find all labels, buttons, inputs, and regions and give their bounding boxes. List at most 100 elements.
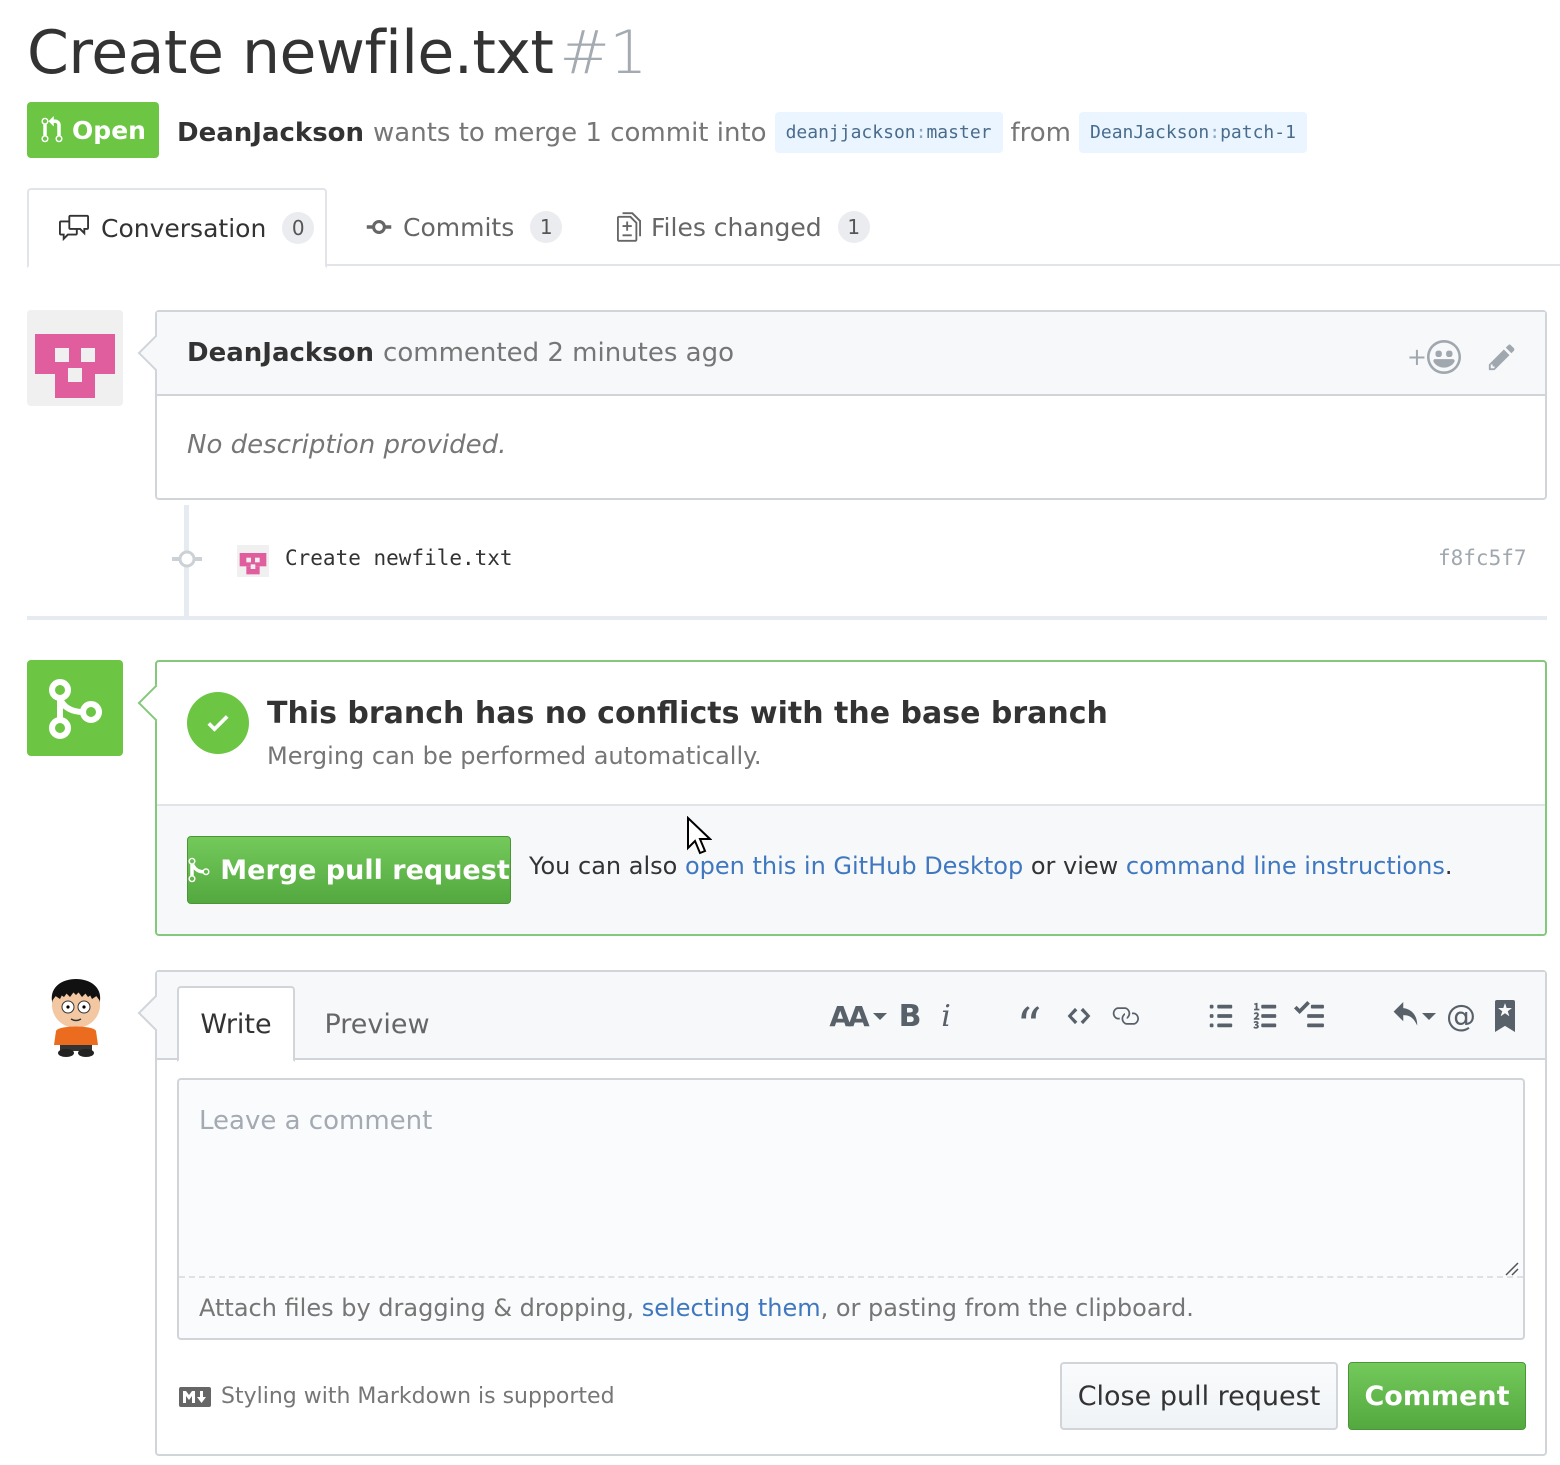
commit-sha-link[interactable]: f8fc5f7 <box>1438 546 1527 570</box>
merge-heading: This branch has no conflicts with the ba… <box>267 696 1108 731</box>
quote-label: “ <box>1016 997 1042 1055</box>
commit-icon <box>172 548 202 574</box>
tab-commits-count: 1 <box>530 211 563 243</box>
tab-commits[interactable]: Commits 1 <box>365 188 563 266</box>
merge-alt-mid: or view <box>1030 852 1119 880</box>
commit-message-link[interactable]: Create newfile.txt <box>285 546 513 570</box>
diff-icon <box>617 212 641 242</box>
attach-divider <box>179 1276 1523 1278</box>
merge-summary-text: wants to merge 1 commit into <box>373 117 767 148</box>
comment-box: DeanJackson commented 2 minutes ago + No… <box>137 310 1547 500</box>
pr-open-icon <box>41 116 63 143</box>
tab-commits-label: Commits <box>403 212 515 242</box>
attach-suffix: , or pasting from the clipboard. <box>820 1294 1194 1322</box>
saved-replies-button[interactable] <box>1389 998 1437 1034</box>
head-branch-name: patch-1 <box>1220 122 1296 143</box>
tab-write[interactable]: Write <box>177 986 295 1062</box>
reaction-plus: + <box>1406 343 1427 371</box>
comment-placeholder: Leave a comment <box>199 1106 433 1136</box>
comment-discussion-icon <box>59 214 89 242</box>
close-pull-request-button[interactable]: Close pull request <box>1060 1362 1338 1430</box>
pr-title: Create newfile.txt #1 <box>27 18 647 88</box>
bold-button[interactable]: B <box>895 998 925 1034</box>
list-ordered-icon <box>1253 1002 1277 1029</box>
edit-comment-button[interactable] <box>1487 342 1517 376</box>
reference-button[interactable] <box>1491 998 1519 1034</box>
pr-tabs: Conversation 0 Commits 1 Files changed 1 <box>27 188 1560 268</box>
markdown-icon <box>179 1386 211 1407</box>
smiley-icon <box>1427 340 1461 374</box>
git-merge-icon <box>188 857 210 883</box>
comment-author[interactable]: DeanJackson <box>187 338 374 368</box>
ordered-list-button[interactable] <box>1247 998 1283 1034</box>
comment-body: No description provided. <box>187 430 507 460</box>
merge-pull-request-button[interactable]: Merge pull request <box>187 836 511 904</box>
quote-button[interactable]: “ <box>1011 997 1047 1055</box>
check-icon <box>187 692 249 754</box>
tab-conversation[interactable]: Conversation 0 <box>27 188 327 268</box>
tab-files-changed[interactable]: Files changed 1 <box>617 188 870 266</box>
avatar[interactable] <box>27 310 123 406</box>
pr-author-link[interactable]: DeanJackson <box>177 118 364 148</box>
mention-button[interactable]: @ <box>1445 998 1477 1034</box>
link-button[interactable] <box>1107 998 1143 1034</box>
code-button[interactable] <box>1061 998 1097 1034</box>
base-branch-ref[interactable]: deanjjackson:master <box>774 112 1003 153</box>
merge-actions: Merge pull request You can also open thi… <box>157 806 1545 934</box>
markdown-note[interactable]: Styling with Markdown is supported <box>179 1384 615 1409</box>
italic-label: i <box>941 998 951 1034</box>
tab-conversation-label: Conversation <box>101 213 267 243</box>
task-list-button[interactable] <box>1289 998 1329 1034</box>
pr-number: #1 <box>559 18 647 88</box>
triangle-down-icon <box>1422 1013 1436 1020</box>
timeline-divider <box>27 616 1547 620</box>
commit-icon <box>366 220 392 234</box>
list-unordered-icon <box>1209 1004 1233 1028</box>
commit-author-avatar[interactable] <box>237 545 269 577</box>
merge-status: This branch has no conflicts with the ba… <box>157 662 1545 806</box>
bold-label: B <box>898 998 922 1034</box>
header-text-button[interactable]: AA <box>829 998 887 1034</box>
cartoon-avatar <box>51 979 101 1057</box>
head-branch-separator: : <box>1209 122 1221 143</box>
identicon-avatar-small <box>239 553 267 575</box>
merge-summary: DeanJackson wants to merge 1 commit into… <box>177 112 1315 153</box>
merge-box: This branch has no conflicts with the ba… <box>137 660 1547 936</box>
add-reaction-button[interactable]: + <box>1407 340 1461 374</box>
unordered-list-button[interactable] <box>1203 998 1239 1034</box>
italic-button[interactable]: i <box>933 998 959 1034</box>
comment-meta[interactable]: commented 2 minutes ago <box>383 338 734 368</box>
base-branch-separator: : <box>915 122 927 143</box>
comment-textarea[interactable]: Leave a comment Attach files by dragging… <box>177 1078 1525 1340</box>
cursor-icon <box>686 815 713 860</box>
comment-header: DeanJackson commented 2 minutes ago <box>157 312 1545 396</box>
header-text-label: AA <box>829 999 869 1033</box>
comment-form-head: Write Preview AA B i “ @ <box>157 972 1545 1062</box>
merge-alternatives: You can also open this in GitHub Desktop… <box>529 852 1452 880</box>
merge-subtext: Merging can be performed automatically. <box>267 742 762 770</box>
reply-icon <box>1393 1002 1418 1026</box>
bookmark-icon <box>1495 1000 1515 1032</box>
tasklist-icon <box>1294 1001 1324 1028</box>
git-merge-icon <box>49 679 102 739</box>
open-in-desktop-link[interactable]: open this in GitHub Desktop <box>685 852 1023 880</box>
pr-state-label: Open <box>72 115 146 145</box>
select-files-link[interactable]: selecting them <box>642 1294 821 1322</box>
new-comment-form: Write Preview AA B i “ @ Leave a comment… <box>137 970 1547 1456</box>
merge-button-label: Merge pull request <box>220 854 510 886</box>
triangle-down-icon <box>872 1013 887 1020</box>
merge-alt-prefix: You can also <box>529 852 678 880</box>
current-user-avatar[interactable] <box>38 975 114 1057</box>
pr-state-badge: Open <box>27 102 159 158</box>
head-branch-user: DeanJackson <box>1090 122 1210 143</box>
merge-from-text: from <box>1010 117 1072 148</box>
tab-preview[interactable]: Preview <box>307 986 447 1062</box>
tab-files-changed-label: Files changed <box>651 212 822 242</box>
command-line-instructions-link[interactable]: command line instructions <box>1126 852 1445 880</box>
head-branch-ref[interactable]: DeanJackson:patch-1 <box>1079 112 1307 153</box>
merge-status-icon <box>27 660 123 756</box>
identicon-avatar <box>35 334 115 398</box>
tab-conversation-count: 0 <box>282 212 315 244</box>
tab-files-changed-count: 1 <box>837 211 870 243</box>
comment-button[interactable]: Comment <box>1348 1362 1526 1430</box>
